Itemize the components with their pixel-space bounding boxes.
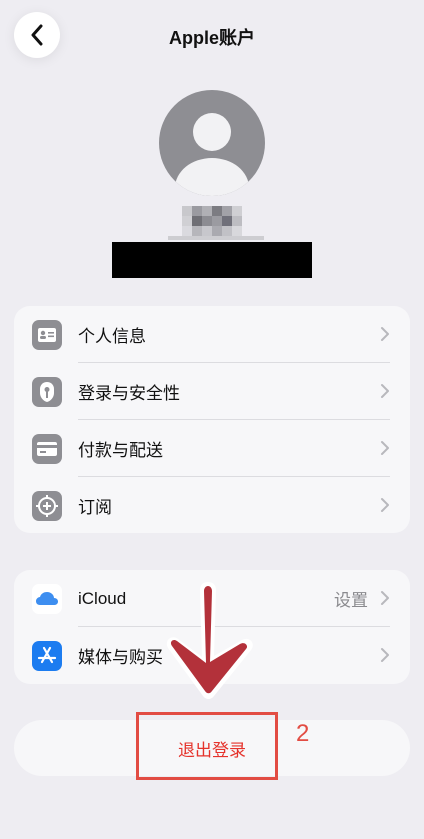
cloud-icon [32,584,62,614]
sign-in-security-label: 登录与安全性 [78,384,180,403]
person-avatar-icon[interactable] [159,90,265,196]
chevron-right-icon [381,327,389,341]
subscriptions-row[interactable]: 订阅 [14,477,410,533]
icloud-label: iCloud [78,588,127,608]
step-number-annotation: 2 [296,720,310,747]
subscriptions-label: 订阅 [78,498,112,517]
chevron-right-icon [381,384,389,398]
chevron-right-icon [381,648,389,662]
down-arrow-annotation-icon [166,582,253,699]
account-name-pixelated [168,206,264,240]
highlight-box-annotation [136,712,278,780]
app-store-icon [32,641,62,671]
personal-info-label: 个人信息 [78,327,146,346]
personal-info-row[interactable]: 个人信息 [14,306,410,363]
redacted-email-bar [112,242,312,278]
chevron-right-icon [381,498,389,512]
credit-card-icon [32,434,62,464]
person-card-icon [32,320,62,350]
subscription-plus-icon [32,491,62,521]
account-settings-group: 个人信息 登录与安全性 付款与配送 订阅 [14,306,410,533]
page-title: Apple账户 [168,28,255,48]
icloud-detail: 设置 [334,591,368,610]
sign-in-security-row[interactable]: 登录与安全性 [14,363,410,420]
payment-shipping-row[interactable]: 付款与配送 [14,420,410,477]
chevron-right-icon [381,591,389,605]
payment-shipping-label: 付款与配送 [78,441,163,460]
chevron-right-icon [381,441,389,455]
key-shield-icon [32,377,62,407]
